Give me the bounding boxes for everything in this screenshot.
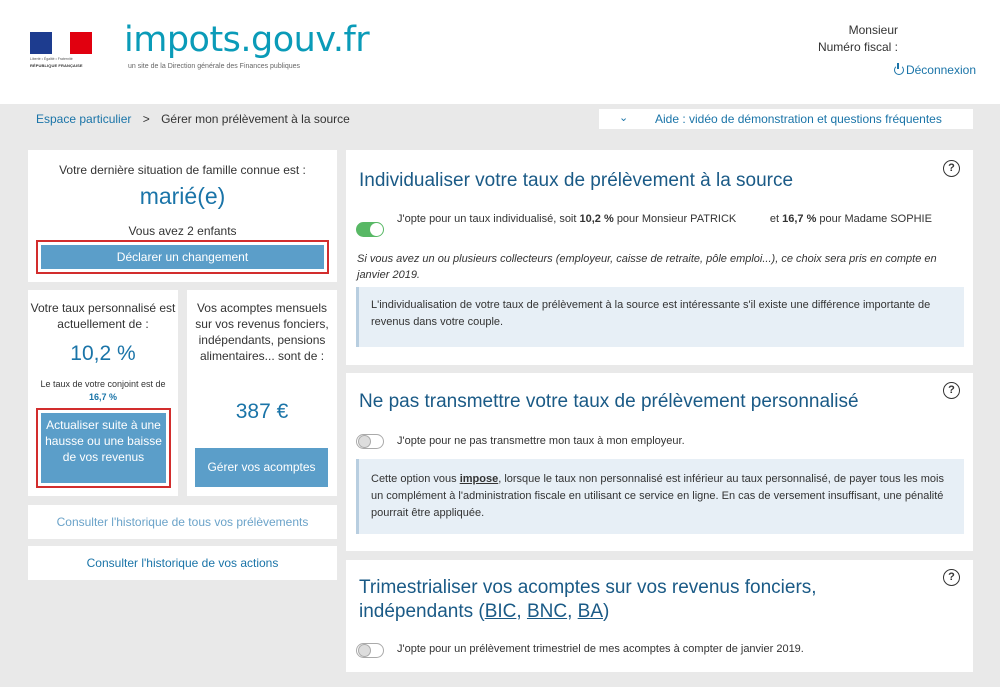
not-transmit-panel: Ne pas transmettre votre taux de prélève… [346,373,973,551]
highlight-frame: Actualiser suite à une hausse ou une bai… [36,408,171,488]
acomptes-card: Vos acomptes mensuels sur vos revenus fo… [187,290,337,496]
manage-acomptes-button[interactable]: Gérer vos acomptes [195,448,328,487]
breadcrumb-separator: > [142,112,150,126]
not-transmit-option-text: J'opte pour ne pas transmettre mon taux … [397,435,685,447]
fiscal-number-label: Numéro fiscal : [817,40,898,54]
family-status: marié(e) [139,183,226,209]
site-header: Liberté • Égalité • Fraternité RÉPUBLIQU… [0,0,1000,104]
site-tagline: un site de la Direction générale des Fin… [128,63,300,70]
republic-motto: Liberté • Égalité • Fraternité [30,57,73,61]
individualize-toggle[interactable] [356,222,384,237]
not-transmit-info: Cette option vous impose, lorsque le tau… [356,459,964,534]
individualize-info: L'individualisation de votre taux de pré… [356,287,964,347]
history-withholdings-link[interactable]: Consulter l'historique de tous vos prélè… [28,505,337,539]
question-circle-icon[interactable]: ? [943,569,960,586]
logout-link[interactable]: Déconnexion [756,62,976,79]
republic-name: RÉPUBLIQUE FRANÇAISE [30,63,83,68]
children-count: Vous avez 2 enfants [128,224,237,238]
quarterly-panel: Trimestrialiser vos acomptes sur vos rev… [346,560,973,672]
question-circle-icon[interactable]: ? [943,382,960,399]
help-dropdown[interactable]: ⌄ Aide : vidéo de démonstration et quest… [599,109,973,129]
question-circle-icon[interactable]: ? [943,160,960,177]
chevron-down-icon: ⌄ [619,112,629,124]
not-transmit-title: Ne pas transmettre votre taux de prélève… [359,391,859,412]
user-info: Monsieur Numéro fiscal : Déconnexion [756,22,976,79]
individualize-option-text: J'opte pour un taux individualisé, soit … [397,213,932,225]
update-rate-button[interactable]: Actualiser suite à une hausse ou une bai… [41,413,166,483]
breadcrumb: Espace particulier > Gérer mon prélèveme… [36,112,350,126]
declare-change-button[interactable]: Déclarer un changement [41,245,324,269]
breadcrumb-home[interactable]: Espace particulier [36,112,131,126]
family-intro: Votre dernière situation de famille conn… [59,163,306,177]
quarterly-toggle[interactable] [356,643,384,658]
history-actions-link[interactable]: Consulter l'historique de vos actions [28,546,337,580]
personal-rate-value: 10,2 % [70,342,136,365]
personal-rate-card: Votre taux personnalisé est actuellement… [28,290,178,496]
highlight-frame: Déclarer un changement [36,240,329,274]
acomptes-intro: Vos acomptes mensuels sur vos revenus fo… [195,301,329,363]
individualize-note: Si vous avez un ou plusieurs collecteurs… [357,253,937,281]
ba-link[interactable]: BA [578,601,603,622]
family-situation-card: Votre dernière situation de famille conn… [28,150,337,282]
individualize-title: Individualiser votre taux de prélèvement… [359,170,794,191]
individualize-panel: Individualiser votre taux de prélèvement… [346,150,973,365]
quarterly-option-text: J'opte pour un prélèvement trimestriel d… [397,643,804,655]
acomptes-value: 387 € [235,400,289,423]
impose-link[interactable]: impose [460,473,499,485]
spouse-rate: Le taux de votre conjoint est de 16,7 % [40,379,166,402]
quarterly-title: Trimestrialiser vos acomptes sur vos rev… [359,577,817,622]
help-label: Aide : vidéo de démonstration et questio… [655,112,942,126]
bnc-link[interactable]: BNC [527,601,567,622]
marianne-logo: Liberté • Égalité • Fraternité RÉPUBLIQU… [30,32,92,70]
rate-intro: Votre taux personnalisé est actuellement… [30,301,176,331]
user-title: Monsieur [848,23,898,37]
flag-icon [30,32,92,54]
power-icon [893,63,904,75]
site-logo[interactable]: impots.gouv.fr [124,20,370,60]
breadcrumb-current: Gérer mon prélèvement à la source [161,112,350,126]
bic-link[interactable]: BIC [485,601,517,622]
not-transmit-toggle[interactable] [356,434,384,449]
